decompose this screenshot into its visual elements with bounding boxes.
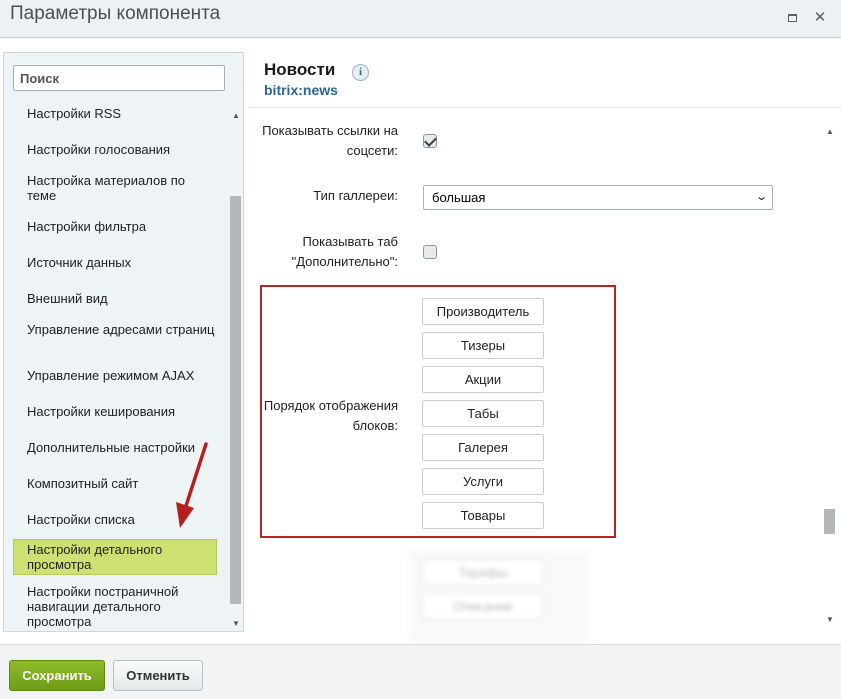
- sidebar-item-urls[interactable]: Управление адресами страниц: [14, 320, 216, 337]
- save-button[interactable]: Сохранить: [9, 660, 105, 691]
- sidebar-item-data-source[interactable]: Источник данных: [14, 253, 216, 270]
- scrollbar-thumb[interactable]: [824, 509, 835, 534]
- block-item[interactable]: Товары: [422, 502, 544, 529]
- sidebar-scrollbar[interactable]: ▲ ▼: [229, 101, 243, 631]
- share-links-label: Показывать ссылки на соцсети:: [262, 123, 398, 158]
- sidebar-item-filter[interactable]: Настройки фильтра: [14, 217, 216, 234]
- sidebar-list: Настройки RSS Настройки голосования Наст…: [4, 101, 228, 631]
- block-item[interactable]: Галерея: [422, 434, 544, 461]
- extra-tab-checkbox[interactable]: [423, 245, 437, 259]
- dialog-content: Настройки RSS Настройки голосования Наст…: [0, 39, 841, 644]
- block-item[interactable]: Акции: [422, 366, 544, 393]
- sidebar: Настройки RSS Настройки голосования Наст…: [3, 52, 244, 632]
- scroll-down-icon[interactable]: ▼: [825, 615, 835, 624]
- main-scrollbar[interactable]: ▲ ▼: [822, 125, 837, 633]
- scroll-up-icon[interactable]: ▲: [825, 127, 835, 136]
- sidebar-item-cache[interactable]: Настройки кеширования: [14, 402, 216, 419]
- share-links-checkbox[interactable]: [423, 134, 437, 148]
- dragged-block-item: Описание: [422, 593, 544, 620]
- sidebar-item-ajax[interactable]: Управление режимом AJAX: [14, 366, 216, 383]
- block-item[interactable]: Производитель: [422, 298, 544, 325]
- sidebar-item-detail[interactable]: Настройки детального просмотра: [13, 539, 217, 575]
- block-item[interactable]: Табы: [422, 400, 544, 427]
- search-input[interactable]: [13, 65, 225, 91]
- maximize-icon: [787, 14, 797, 22]
- chevron-down-icon: ⌄: [754, 191, 768, 203]
- close-icon: ✕: [813, 9, 827, 26]
- block-item[interactable]: Услуги: [422, 468, 544, 495]
- maximize-button[interactable]: [782, 8, 802, 28]
- dragged-blocks-preview: Тарифы Описание: [408, 549, 590, 644]
- sidebar-item-rss[interactable]: Настройки RSS: [14, 104, 216, 121]
- gallery-type-label: Тип галлереи:: [313, 188, 398, 203]
- main-panel: Новости i bitrix:news Показывать ссылки …: [248, 39, 841, 644]
- sidebar-item-voting[interactable]: Настройки голосования: [14, 140, 216, 157]
- close-button[interactable]: ✕: [810, 8, 830, 28]
- sidebar-item-related[interactable]: Настройка материалов по теме: [14, 171, 216, 203]
- scroll-up-icon[interactable]: ▲: [231, 111, 241, 120]
- annotation-arrow-icon: [176, 442, 208, 528]
- sidebar-item-appearance[interactable]: Внешний вид: [14, 289, 216, 306]
- blocks-order-label: Порядок отображения блоков:: [263, 398, 398, 433]
- window-titlebar: Параметры компонента ✕: [0, 0, 841, 38]
- component-code: bitrix:news: [264, 82, 338, 98]
- divider: [248, 107, 841, 108]
- gallery-type-select[interactable]: большая ⌄: [423, 185, 773, 210]
- dragged-block-item: Тарифы: [422, 559, 544, 586]
- block-item[interactable]: Тизеры: [422, 332, 544, 359]
- window-title: Параметры компонента: [10, 3, 221, 24]
- scroll-down-icon[interactable]: ▼: [231, 619, 241, 628]
- gallery-type-value: большая: [432, 190, 486, 205]
- cancel-button[interactable]: Отменить: [113, 660, 203, 691]
- component-title: Новости: [264, 60, 336, 79]
- sidebar-item-detail-pagination[interactable]: Настройки постраничной навигации детальн…: [14, 582, 216, 629]
- extra-tab-label: Показывать таб "Дополнительно":: [291, 234, 398, 269]
- scrollbar-thumb[interactable]: [230, 196, 241, 604]
- info-icon[interactable]: i: [352, 64, 369, 81]
- dialog-footer: Сохранить Отменить: [0, 644, 841, 699]
